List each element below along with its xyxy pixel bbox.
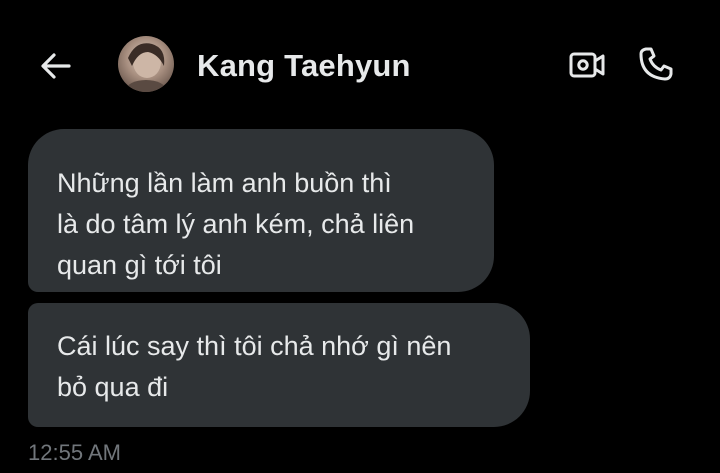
chat-header: Kang Taehyun xyxy=(0,0,720,130)
message-bubble[interactable]: Cái lúc say thì tôi chả nhớ gì nên bỏ qu… xyxy=(28,303,530,427)
avatar[interactable] xyxy=(118,36,174,92)
back-button[interactable] xyxy=(36,46,76,86)
message-text-line: quan gì tới tôi xyxy=(57,250,222,280)
arrow-left-icon xyxy=(41,53,71,79)
voice-call-button[interactable] xyxy=(634,42,678,86)
message-bubble[interactable]: Những lần làm anh buồn thì là do tâm lý … xyxy=(28,129,494,292)
message-timestamp: 12:55 AM xyxy=(28,440,121,465)
video-camera-icon xyxy=(569,52,605,78)
message-text-line: Cái lúc say thì tôi chả nhớ gì nên xyxy=(57,331,452,361)
avatar-image xyxy=(126,43,166,92)
phone-icon xyxy=(639,47,673,81)
message-text-line: là do tâm lý anh kém, chả liên xyxy=(57,209,415,239)
message-text-line: bỏ qua đi xyxy=(57,372,169,402)
message-text-line: Những lần làm anh buồn thì xyxy=(57,168,392,198)
video-call-button[interactable] xyxy=(566,44,608,86)
contact-name[interactable]: Kang Taehyun xyxy=(197,46,411,86)
